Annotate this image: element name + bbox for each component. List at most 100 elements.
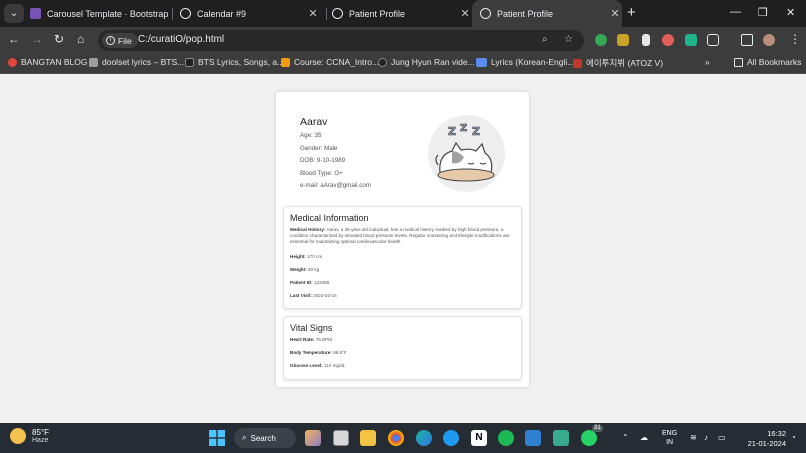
bookmark-item[interactable]: BANGTAN BLOG — [8, 57, 87, 67]
tab-patient-profile[interactable]: Patient Profile ✕ — [332, 0, 472, 27]
glucose-level-row: Glucose Level: 110 mg/dL — [290, 363, 345, 369]
bookmark-label: 에이투지뷔 (ATOZ V) — [586, 58, 664, 68]
language-code: ENG — [662, 430, 678, 437]
bookmark-item[interactable]: BTS Lyrics, Songs, a... — [185, 57, 284, 67]
show-hidden-icons-icon[interactable]: ⌃ — [622, 433, 629, 442]
minimize-icon[interactable]: — — [730, 6, 741, 18]
all-bookmarks-button[interactable]: All Bookmarks — [734, 57, 801, 67]
medical-info-card: Medical Information Medical History: Aar… — [283, 206, 522, 309]
bookmark-item[interactable]: Course: CCNA_Intro... — [281, 57, 379, 67]
notepad-app-icon[interactable] — [553, 430, 569, 446]
task-view-icon[interactable] — [333, 430, 349, 446]
bookmark-favicon-icon — [281, 57, 290, 67]
extensions-puzzle-icon[interactable] — [707, 34, 719, 46]
bookmarks-overflow-icon[interactable]: » — [705, 57, 710, 67]
edge-icon[interactable] — [416, 430, 432, 446]
page-viewport: Aarav Age: 35 Gender: Male DOB: 9-10-198… — [0, 74, 806, 423]
tab-title: Carousel Template · Bootstrap v — [47, 8, 170, 19]
tab-carousel[interactable]: Carousel Template · Bootstrap v — [30, 0, 170, 27]
address-bar[interactable]: i File C:/curatiO/pop.html ⌕ ☆ — [98, 30, 584, 51]
system-clock[interactable]: 16:32 21-01-2024 — [736, 429, 786, 449]
restore-icon[interactable]: ❐ — [758, 6, 768, 19]
body-temperature-row: Body Temperature: 98.6°F — [290, 350, 347, 356]
extension-white-icon[interactable] — [642, 34, 650, 46]
globe-icon — [180, 8, 191, 19]
spotify-icon[interactable] — [498, 430, 514, 446]
bookmark-item[interactable]: 에이투지뷔 (ATOZ V) — [573, 57, 663, 69]
volume-icon[interactable]: ♪ — [704, 433, 708, 442]
wifi-icon[interactable]: ≋ — [690, 433, 697, 442]
site-info-chip[interactable]: i File — [102, 33, 138, 48]
back-icon[interactable]: ← — [8, 32, 20, 47]
height-value: 170 cm — [307, 254, 323, 259]
patient-email: e-mail: aArav@gmail.com — [300, 182, 371, 189]
start-icon[interactable] — [209, 430, 225, 446]
bookmark-item[interactable]: doolset lyrics – BTS... — [89, 57, 184, 67]
search-label: Search — [250, 433, 276, 443]
notifications-bell-icon[interactable]: ◔ — [791, 433, 796, 442]
weather-widget[interactable]: 85°F Haze — [10, 428, 49, 444]
patient-blood-type: Blood Type: O+ — [300, 169, 343, 177]
medical-history: Medical History: Aarav, a 35-year-old in… — [290, 227, 512, 246]
tab-title: Calendar #9 — [197, 8, 247, 19]
notification-badge: 31 — [592, 425, 603, 432]
patient-id-row: Patient ID: 123456 — [290, 280, 329, 286]
chrome-icon[interactable] — [388, 430, 404, 446]
clock-date: 21-01-2024 — [747, 439, 786, 448]
extension-teal-icon[interactable] — [685, 34, 697, 46]
file-explorer-icon[interactable] — [360, 430, 376, 446]
input-language-indicator[interactable]: ENG IN — [662, 429, 677, 447]
region-code: IN — [666, 439, 674, 446]
close-tab-icon[interactable]: ✕ — [458, 7, 472, 20]
bookmark-item[interactable]: Lyrics (Korean-Engli... — [476, 57, 574, 67]
notion-icon[interactable]: N — [471, 430, 487, 446]
twitter-icon[interactable] — [443, 430, 459, 446]
tab-patient-profile-active[interactable]: Patient Profile ✕ — [472, 0, 622, 27]
extension-red-icon[interactable] — [662, 34, 674, 46]
url-text: C:/curatiO/pop.html — [138, 34, 225, 45]
profile-container: Aarav Age: 35 Gender: Male DOB: 9-10-198… — [276, 92, 529, 387]
close-tab-icon[interactable]: ✕ — [608, 7, 622, 20]
tab-calendar[interactable]: Calendar #9 ✕ — [180, 0, 320, 27]
bookmark-favicon-icon — [378, 57, 387, 67]
heart-rate-label: Heart Rate: — [290, 337, 315, 342]
heart-rate-row: Heart Rate: 75 BPM — [290, 337, 332, 343]
tab-search-button[interactable]: ⌄ — [4, 4, 24, 23]
bookmark-label: BANGTAN BLOG — [21, 57, 88, 67]
extension-green-icon[interactable] — [595, 34, 607, 46]
extension-yellow-icon[interactable] — [617, 34, 629, 46]
close-tab-icon[interactable]: ✕ — [306, 7, 320, 20]
globe-icon — [480, 8, 491, 19]
bookmark-favicon-icon — [89, 57, 98, 67]
sleeping-cat-icon: Z Z Z — [435, 123, 495, 182]
forward-icon[interactable]: → — [31, 32, 43, 47]
vscode-icon[interactable] — [525, 430, 541, 446]
site-chip-label: File — [118, 35, 132, 46]
glucose-level-label: Glucose Level: — [290, 363, 323, 368]
taskbar-search[interactable]: ⌕ Search — [234, 428, 296, 448]
last-visit-value: 2022-03-15 — [313, 293, 337, 298]
tab-divider — [326, 8, 327, 20]
new-tab-icon[interactable]: + — [627, 5, 636, 21]
home-icon[interactable]: ⌂ — [77, 32, 84, 47]
close-window-icon[interactable]: ✕ — [786, 6, 795, 19]
avatar[interactable] — [763, 34, 775, 46]
glucose-level-value: 110 mg/dL — [323, 363, 346, 368]
windows-taskbar: 85°F Haze ⌕ Search N 31 ⌃ ☁ ENG IN ≋ ♪ ▭… — [0, 423, 806, 453]
body-temperature-value: 98.6°F — [333, 350, 347, 355]
browser-toolbar: ← → ↻ ⌂ i File C:/curatiO/pop.html ⌕ ☆ ⋮ — [0, 27, 806, 53]
weather-condition: Haze — [32, 437, 49, 444]
menu-icon[interactable]: ⋮ — [789, 32, 801, 47]
vital-signs-title: Vital Signs — [290, 323, 333, 333]
bookmark-item[interactable]: Jung Hyun Ran vide... — [378, 57, 475, 67]
reload-icon[interactable]: ↻ — [54, 32, 64, 47]
bookmark-label: Lyrics (Korean-Engli... — [491, 57, 575, 67]
whatsapp-icon[interactable]: 31 — [581, 425, 603, 446]
bookmark-star-icon[interactable]: ☆ — [564, 34, 573, 45]
body-temperature-label: Body Temperature: — [290, 350, 332, 355]
side-panel-icon[interactable] — [741, 34, 753, 46]
widgets-app-icon[interactable] — [305, 430, 321, 446]
battery-icon[interactable]: ▭ — [718, 433, 726, 442]
zoom-search-icon[interactable]: ⌕ — [542, 34, 548, 45]
onedrive-cloud-icon[interactable]: ☁ — [640, 433, 648, 442]
